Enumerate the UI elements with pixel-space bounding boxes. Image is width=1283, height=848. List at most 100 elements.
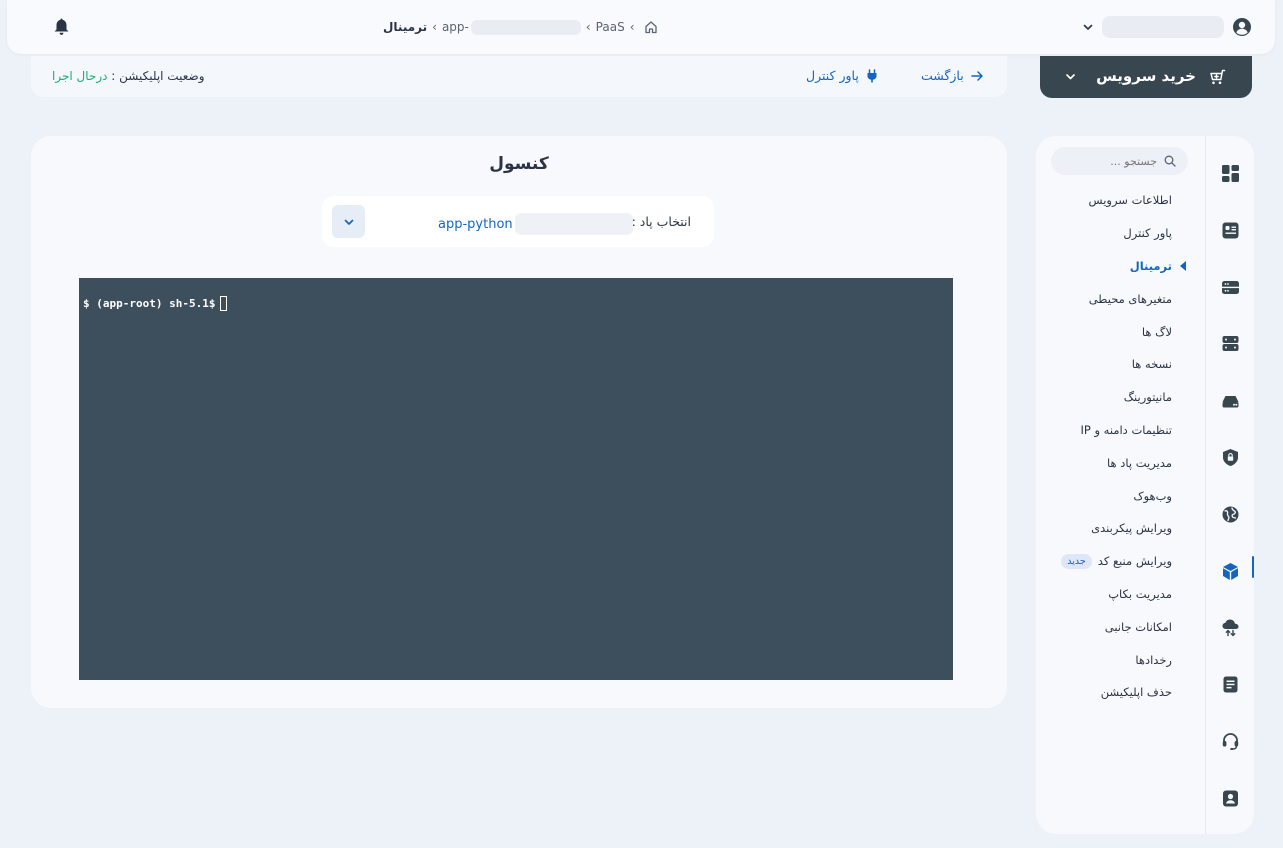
redacted-pod-suffix xyxy=(514,213,633,235)
buy-service-button[interactable]: خرید سرویس xyxy=(1040,56,1252,98)
sidebar-item-service-info[interactable]: اطلاعات سرویس xyxy=(1042,184,1172,217)
rail-item-account[interactable] xyxy=(1210,783,1250,840)
sidebar-item-edit-config[interactable]: ویرایش پیکربندی xyxy=(1042,512,1172,545)
pod-select-label: انتخاب پاد : xyxy=(631,214,691,229)
redacted-username xyxy=(1102,16,1224,38)
sidebar-item-label: ویرایش پیکربندی xyxy=(1091,521,1172,536)
sidebar-item-label: وب‌هوک xyxy=(1133,488,1172,503)
terminal-prompt: $ (app-root) sh-5.1$ xyxy=(83,297,216,310)
sidebar-item-versions[interactable]: نسخه ها xyxy=(1042,348,1172,381)
sidebar-item-pod-management[interactable]: مدیریت پاد ها xyxy=(1042,446,1172,479)
user-avatar-icon xyxy=(1233,18,1251,36)
terminal-console[interactable]: $ (app-root) sh-5.1$ xyxy=(79,278,953,680)
cart-icon xyxy=(1210,69,1226,85)
server-icon xyxy=(1221,280,1239,294)
console-title: کنسول xyxy=(489,154,549,174)
sidebar-item-domain-ip-settings[interactable]: تنظیمات دامنه و IP xyxy=(1042,414,1172,447)
breadcrumb-separator-icon: ‹ xyxy=(585,20,591,34)
redacted-app-name xyxy=(470,19,581,35)
rail-item-id-card[interactable] xyxy=(1210,215,1250,272)
cloud-drive-icon xyxy=(1222,396,1238,408)
terminal-prompt-line: $ (app-root) sh-5.1$ xyxy=(83,296,228,311)
console-card: کنسول انتخاب پاد : app-python $ (app-roo… xyxy=(31,136,1007,708)
chevron-down-icon xyxy=(344,219,353,225)
back-link[interactable]: بازگشت xyxy=(921,68,984,83)
buy-service-label: خرید سرویس xyxy=(1096,67,1196,85)
chevron-down-icon xyxy=(1083,24,1093,30)
rail-item-dashboard[interactable] xyxy=(1210,158,1250,215)
globe-icon xyxy=(1222,506,1238,523)
rail-item-globe[interactable] xyxy=(1210,499,1250,556)
cube-icon xyxy=(1222,562,1238,580)
power-control-label: پاور کنترل xyxy=(806,68,859,83)
sidebar-item-label: مدیریت بکاپ xyxy=(1108,586,1172,601)
sidebar-search[interactable] xyxy=(1051,147,1188,175)
user-badge-icon xyxy=(1222,790,1238,807)
sidebar-item-events[interactable]: رخدادها xyxy=(1042,643,1172,676)
sidebar-item-monitoring[interactable]: مانیتورینگ xyxy=(1042,381,1172,414)
rail-item-server[interactable] xyxy=(1210,272,1250,329)
sidebar-item-power-control[interactable]: پاور کنترل xyxy=(1042,217,1172,250)
power-control-link[interactable]: پاور کنترل xyxy=(806,68,879,83)
sidebar-icon-rail xyxy=(1210,158,1254,840)
database-icon xyxy=(1222,336,1238,352)
cloud-transfer-icon xyxy=(1222,619,1238,637)
breadcrumb: ترمینال ‹ app- ‹ PaaS ‹ xyxy=(383,17,658,37)
rail-item-cloud-drive[interactable] xyxy=(1210,385,1250,442)
sidebar-item-label: ترمینال xyxy=(1129,258,1172,273)
document-icon xyxy=(1223,676,1237,693)
sidebar-item-label: لاگ ها xyxy=(1141,324,1172,339)
breadcrumb-app-link[interactable]: app- xyxy=(442,20,469,34)
sidebar-search-input[interactable] xyxy=(1051,147,1161,175)
sidebar-item-label: مدیریت پاد ها xyxy=(1107,455,1172,470)
home-icon[interactable] xyxy=(644,20,658,34)
pod-dropdown-button[interactable] xyxy=(332,205,365,238)
top-bar: ترمینال ‹ app- ‹ PaaS ‹ xyxy=(7,0,1275,54)
sidebar-item-label: نسخه ها xyxy=(1131,357,1172,372)
application-status-label: وضعیت اپلیکیشن : xyxy=(111,69,205,83)
chevron-down-icon xyxy=(1066,74,1075,80)
rail-item-documents[interactable] xyxy=(1210,669,1250,726)
sidebar-item-label: امکانات جانبی xyxy=(1104,619,1172,634)
app-status-bar: وضعیت اپلیکیشن : درحال اجرا پاور کنترل ب… xyxy=(31,56,1007,97)
sidebar-item-label: متغیرهای محیطی xyxy=(1088,291,1172,306)
rail-item-cloud-transfer[interactable] xyxy=(1210,612,1250,669)
rail-item-support[interactable] xyxy=(1210,726,1250,783)
power-plug-icon xyxy=(867,68,877,82)
headset-icon xyxy=(1222,733,1238,750)
arrow-right-icon xyxy=(970,70,983,81)
sidebar-item-terminal[interactable]: ترمینال xyxy=(1042,250,1186,283)
sidebar-item-addons[interactable]: امکانات جانبی xyxy=(1042,610,1172,643)
sidebar-item-label: اطلاعات سرویس xyxy=(1088,193,1172,208)
pod-select-value[interactable]: app-python xyxy=(438,213,633,235)
sidebar-item-env-variables[interactable]: متغیرهای محیطی xyxy=(1042,282,1172,315)
pod-selector: انتخاب پاد : app-python xyxy=(322,196,714,247)
breadcrumb-paas-link[interactable]: PaaS xyxy=(596,20,625,34)
rail-item-database[interactable] xyxy=(1210,328,1250,385)
sidebar-item-webhook[interactable]: وب‌هوک xyxy=(1042,479,1172,512)
sidebar-item-backup-management[interactable]: مدیریت بکاپ xyxy=(1042,578,1172,611)
terminal-cursor xyxy=(220,296,228,311)
dashboard-icon xyxy=(1221,165,1239,182)
sidebar-item-logs[interactable]: لاگ ها xyxy=(1042,315,1172,348)
sidebar-menu: اطلاعات سرویس پاور کنترل ترمینال متغیرها… xyxy=(1042,184,1186,709)
active-indicator-icon xyxy=(1180,260,1186,271)
rail-item-paas[interactable] xyxy=(1210,555,1254,613)
sidebar-item-label: مانیتورینگ xyxy=(1123,390,1172,405)
sidebar-item-label: ویرایش منبع کد xyxy=(1097,554,1172,569)
breadcrumb-current: ترمینال xyxy=(383,20,428,34)
back-label: بازگشت xyxy=(921,68,964,83)
sidebar-item-label: تنظیمات دامنه و IP xyxy=(1080,422,1172,437)
sidebar-item-edit-source-code[interactable]: ویرایش منبع کد جدید xyxy=(1042,545,1172,578)
sidebar-item-delete-application[interactable]: حذف اپلیکیشن xyxy=(1042,676,1172,709)
notification-bell-icon[interactable] xyxy=(53,18,70,36)
sidebar-item-label: پاور کنترل xyxy=(1123,226,1172,241)
sidebar-item-label: حذف اپلیکیشن xyxy=(1100,685,1172,700)
rail-item-security[interactable] xyxy=(1210,442,1250,499)
application-status: وضعیت اپلیکیشن : درحال اجرا xyxy=(52,69,205,83)
user-menu[interactable] xyxy=(1082,14,1252,40)
sidebar: اطلاعات سرویس پاور کنترل ترمینال متغیرها… xyxy=(1036,136,1254,834)
breadcrumb-separator-icon: ‹ xyxy=(629,20,635,34)
sidebar-divider xyxy=(1205,136,1206,834)
new-badge: جدید xyxy=(1061,553,1092,569)
